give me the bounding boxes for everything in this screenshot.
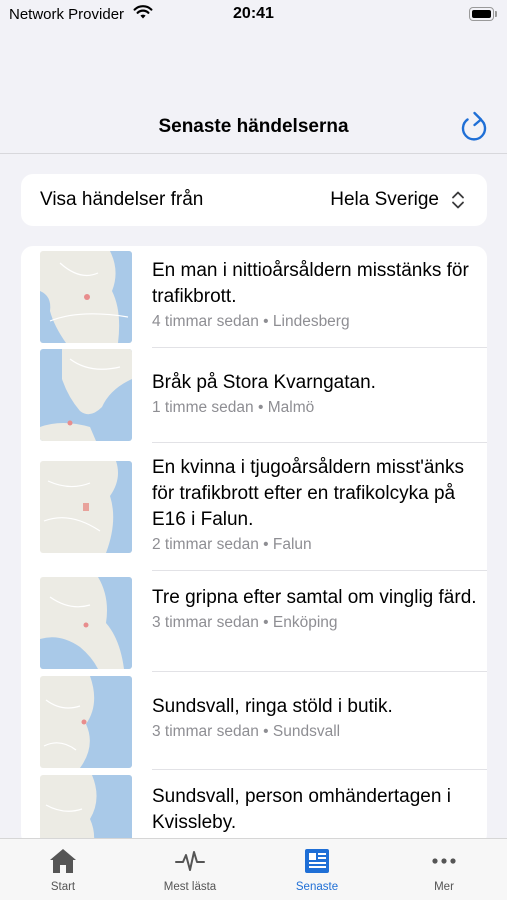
event-title: En man i nittioårsåldern misstänks för t… xyxy=(152,260,469,307)
event-text: Sundsvall, ringa stöld i butik. 3 timmar… xyxy=(152,694,482,741)
more-icon xyxy=(432,858,456,864)
event-list: En man i nittioårsåldern misstänks för t… xyxy=(21,246,487,846)
event-text: En kvinna i tjugoårsåldern misst'änks fö… xyxy=(152,455,482,554)
tab-label: Mer xyxy=(434,881,454,893)
event-meta: 3 timmar sedan • Enköping xyxy=(152,614,482,632)
filter-selected-value[interactable]: Hela Sverige xyxy=(330,189,439,211)
tab-senaste[interactable]: Senaste xyxy=(254,839,380,900)
event-row[interactable]: En man i nittioårsåldern misstänks för t… xyxy=(21,246,487,348)
event-location: Enköping xyxy=(272,614,338,631)
event-title: Tre gripna efter samtal om vinglig färd. xyxy=(152,587,477,608)
refresh-icon[interactable] xyxy=(458,110,490,144)
event-meta: 2 timmar sedan • Falun xyxy=(152,536,482,554)
meta-separator: • xyxy=(263,313,269,330)
event-text: Tre gripna efter samtal om vinglig färd.… xyxy=(152,585,482,632)
event-text: Sundsvall, person omhändertagen i Kvissl… xyxy=(152,784,482,836)
map-thumbnail xyxy=(40,461,132,553)
tab-bar: Start Mest lästa Senaste Mer xyxy=(0,838,507,900)
navigation-bar: Senaste händelserna xyxy=(0,100,507,154)
chevron-up-down-icon xyxy=(452,191,464,209)
tab-label: Start xyxy=(50,881,76,893)
event-location: Sundsvall xyxy=(272,723,341,740)
meta-separator: • xyxy=(263,723,269,740)
event-time: 1 timme sedan xyxy=(152,399,254,416)
map-thumbnail xyxy=(40,676,132,768)
event-row[interactable]: Bråk på Stora Kvarngatan. 1 timme sedan … xyxy=(21,348,487,443)
event-time: 3 timmar sedan xyxy=(152,723,259,740)
event-time: 4 timmar sedan xyxy=(152,313,259,330)
event-title: Bråk på Stora Kvarngatan. xyxy=(152,372,376,393)
event-row[interactable]: Sundsvall, person omhändertagen i Kvissl… xyxy=(21,770,487,846)
region-filter[interactable]: Visa händelser från Hela Sverige xyxy=(21,174,487,226)
page-title: Senaste händelserna xyxy=(158,116,349,137)
filter-label: Visa händelser från xyxy=(40,189,204,210)
event-row[interactable]: Sundsvall, ringa stöld i butik. 3 timmar… xyxy=(21,672,487,770)
event-location: Falun xyxy=(272,536,312,553)
map-thumbnail xyxy=(40,775,132,846)
battery-icon xyxy=(469,7,497,21)
tab-label: Mest lästa xyxy=(163,881,217,893)
map-thumbnail xyxy=(40,251,132,343)
meta-separator: • xyxy=(263,536,269,553)
event-title: En kvinna i tjugoårsåldern misst'änks fö… xyxy=(152,457,464,530)
event-text: En man i nittioårsåldern misstänks för t… xyxy=(152,258,482,331)
event-title: Sundsvall, person omhändertagen i Kvissl… xyxy=(152,786,451,833)
house-icon xyxy=(50,849,76,873)
event-text: Bråk på Stora Kvarngatan. 1 timme sedan … xyxy=(152,370,482,417)
event-row[interactable]: Tre gripna efter samtal om vinglig färd.… xyxy=(21,571,487,672)
event-meta: 1 timme sedan • Malmö xyxy=(152,399,482,417)
event-meta: 3 timmar sedan • Sundsvall xyxy=(152,723,482,741)
tab-mer[interactable]: Mer xyxy=(381,839,507,900)
pulse-icon xyxy=(175,851,205,871)
tab-label: Senaste xyxy=(295,881,339,893)
event-title: Sundsvall, ringa stöld i butik. xyxy=(152,696,393,717)
status-bar: Network Provider 20:41 xyxy=(0,0,507,30)
event-meta: 4 timmar sedan • Lindesberg xyxy=(152,313,482,331)
meta-separator: • xyxy=(257,399,264,416)
tab-start[interactable]: Start xyxy=(0,839,126,900)
meta-separator: • xyxy=(263,614,269,631)
event-location: Malmö xyxy=(267,399,315,416)
event-location: Lindesberg xyxy=(272,313,350,330)
map-thumbnail xyxy=(40,577,132,669)
map-thumbnail xyxy=(40,349,132,441)
newspaper-icon xyxy=(305,849,329,873)
clock: 20:41 xyxy=(233,5,274,22)
event-time: 2 timmar sedan xyxy=(152,536,259,553)
event-row[interactable]: En kvinna i tjugoårsåldern misst'änks fö… xyxy=(21,443,487,571)
tab-mest-lasta[interactable]: Mest lästa xyxy=(127,839,253,900)
event-time: 3 timmar sedan xyxy=(152,614,259,631)
